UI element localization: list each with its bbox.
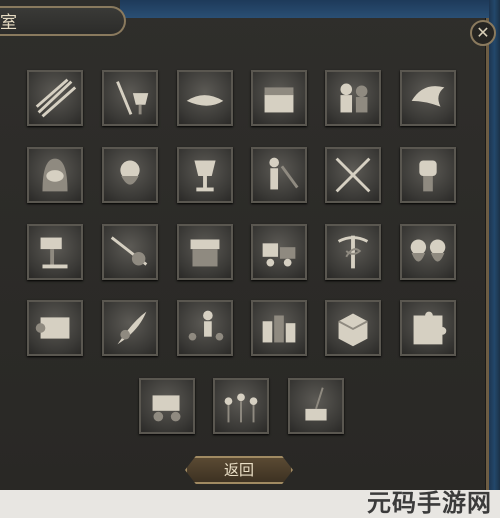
- grid-tile[interactable]: [177, 147, 233, 203]
- cart-crates-icon: [262, 243, 296, 267]
- grid-tile[interactable]: [325, 224, 381, 280]
- scales-figure-icon: [269, 157, 299, 190]
- grid-tile[interactable]: [400, 147, 456, 203]
- city-buildings-icon: [262, 315, 296, 343]
- grid-tile[interactable]: [325, 147, 381, 203]
- grid-tile[interactable]: [102, 224, 158, 280]
- grid-tile[interactable]: [325, 70, 381, 126]
- grid-tile[interactable]: [251, 224, 307, 280]
- grid-tile[interactable]: [27, 147, 83, 203]
- raised-fist-icon: [419, 160, 437, 192]
- watermark-text: 元码手游网: [367, 488, 492, 517]
- grid-tile[interactable]: [251, 147, 307, 203]
- caduceus-icon: [337, 235, 369, 269]
- crossed-blades-icon: [335, 157, 371, 193]
- bearded-man-icon: [120, 160, 140, 185]
- grid-tile[interactable]: [102, 300, 158, 356]
- grid-tile[interactable]: [139, 378, 195, 434]
- sword-grip-icon: [110, 236, 148, 266]
- chalice-icon: [194, 160, 216, 192]
- gavel-icon: [40, 237, 68, 269]
- grid-tile[interactable]: [177, 70, 233, 126]
- hooded-mask-icon: [42, 158, 68, 192]
- scroll-map-icon: [35, 317, 70, 339]
- dove-icon: [411, 86, 445, 107]
- grid-tile[interactable]: [177, 224, 233, 280]
- grid-tile[interactable]: [102, 70, 158, 126]
- grid-tile[interactable]: [400, 70, 456, 126]
- arrows-bundle-icon: [35, 78, 77, 118]
- printing-press-icon: [190, 239, 220, 267]
- grid-tile[interactable]: [27, 224, 83, 280]
- inkwell-icon: [305, 387, 327, 421]
- raised-hands-crowd-icon: [224, 393, 258, 423]
- grid-tile[interactable]: [177, 300, 233, 356]
- grid-tile[interactable]: [288, 378, 344, 434]
- puzzle-piece-icon: [413, 311, 447, 345]
- grid-tile[interactable]: [27, 300, 83, 356]
- armored-knights-icon: [340, 83, 368, 113]
- treasure-chest-icon: [264, 87, 294, 113]
- back-button[interactable]: 返回: [185, 456, 293, 484]
- facing-heads-icon: [410, 239, 446, 262]
- handshake-icon: [186, 95, 224, 106]
- grid-tile[interactable]: [325, 300, 381, 356]
- background-map-top: [120, 0, 500, 18]
- grid-tile[interactable]: [251, 70, 307, 126]
- panel-title: 室: [0, 6, 126, 36]
- grid-tile[interactable]: [400, 300, 456, 356]
- carriage-icon: [152, 395, 181, 422]
- background-map-right: [489, 0, 500, 490]
- preacher-crowd-icon: [188, 310, 224, 341]
- sword-goblet-icon: [116, 81, 149, 115]
- grid-tile[interactable]: [27, 70, 83, 126]
- grid-tile[interactable]: [213, 378, 269, 434]
- grid-tile[interactable]: [251, 300, 307, 356]
- wooden-crate-icon: [338, 313, 368, 347]
- feather-seal-icon: [117, 311, 147, 345]
- grid-tile[interactable]: [102, 147, 158, 203]
- grid-tile[interactable]: [400, 224, 456, 280]
- close-button[interactable]: ✕: [470, 20, 496, 46]
